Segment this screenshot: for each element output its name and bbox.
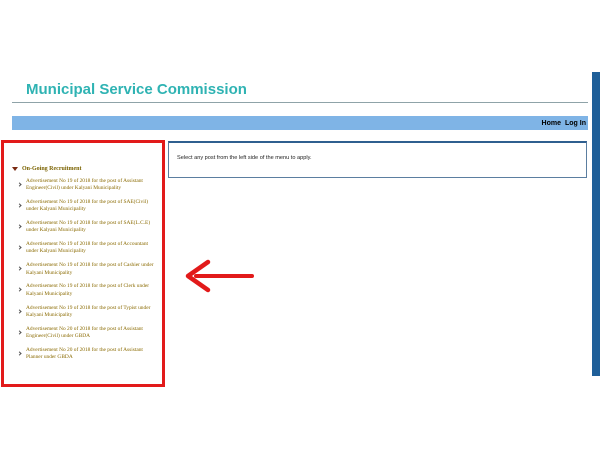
chevron-right-icon [17,351,22,356]
menu-section-label: On-Going Recruitment [22,166,82,172]
menu-item[interactable]: Advertisement No 19 of 2018 for the post… [5,283,163,304]
chevron-right-icon [17,245,22,250]
content-panel: Select any post from the left side of th… [168,141,587,178]
menu-item-label: Advertisement No 19 of 2018 for the post… [26,178,143,192]
site-title: Municipal Service Commission [26,81,247,98]
chevron-right-icon [17,330,22,335]
menu-section-header[interactable]: On-Going Recruitment [12,166,82,172]
menu-item-label: Advertisement No 19 of 2018 for the post… [26,262,154,276]
sidebar-menu: On-Going Recruitment Advertisement No 19… [5,144,163,384]
menu-item-label: Advertisement No 19 of 2018 for the post… [26,304,151,318]
arrow-left-icon [185,259,254,293]
top-nav-bar: Home Log In [12,116,588,130]
menu-item-label: Advertisement No 20 of 2018 for the post… [26,346,143,360]
menu-item-label: Advertisement No 19 of 2018 for the post… [26,199,149,213]
menu-item[interactable]: Advertisement No 19 of 2018 for the post… [5,178,163,199]
menu-item[interactable]: Advertisement No 20 of 2018 for the post… [5,326,163,347]
menu-item[interactable]: Advertisement No 19 of 2018 for the post… [5,241,163,262]
menu-item-label: Advertisement No 20 of 2018 for the post… [26,325,143,339]
nav-home-link[interactable]: Home [542,120,561,127]
chevron-right-icon [17,182,22,187]
menu-item[interactable]: Advertisement No 19 of 2018 for the post… [5,305,163,326]
chevron-right-icon [17,224,22,229]
menu-item-label: Advertisement No 19 of 2018 for the post… [26,241,149,255]
triangle-down-icon [12,167,18,171]
content-message: Select any post from the left side of th… [177,155,312,161]
chevron-right-icon [17,287,22,293]
menu-item[interactable]: Advertisement No 20 of 2018 for the post… [5,347,163,368]
menu-list: Advertisement No 19 of 2018 for the post… [5,178,163,368]
title-divider [12,102,588,103]
menu-item-label: Advertisement No 19 of 2018 for the post… [26,283,150,297]
chevron-right-icon [17,308,22,314]
menu-item[interactable]: Advertisement No 19 of 2018 for the post… [5,199,163,220]
chevron-right-icon [17,203,22,208]
menu-item[interactable]: Advertisement No 19 of 2018 for the post… [5,262,163,283]
chevron-right-icon [17,266,22,271]
menu-item[interactable]: Advertisement No 19 of 2018 for the post… [5,220,163,241]
right-edge-strip [592,72,600,376]
nav-login-link[interactable]: Log In [565,120,586,127]
menu-item-label: Advertisement No 19 of 2018 for the post… [26,220,151,234]
